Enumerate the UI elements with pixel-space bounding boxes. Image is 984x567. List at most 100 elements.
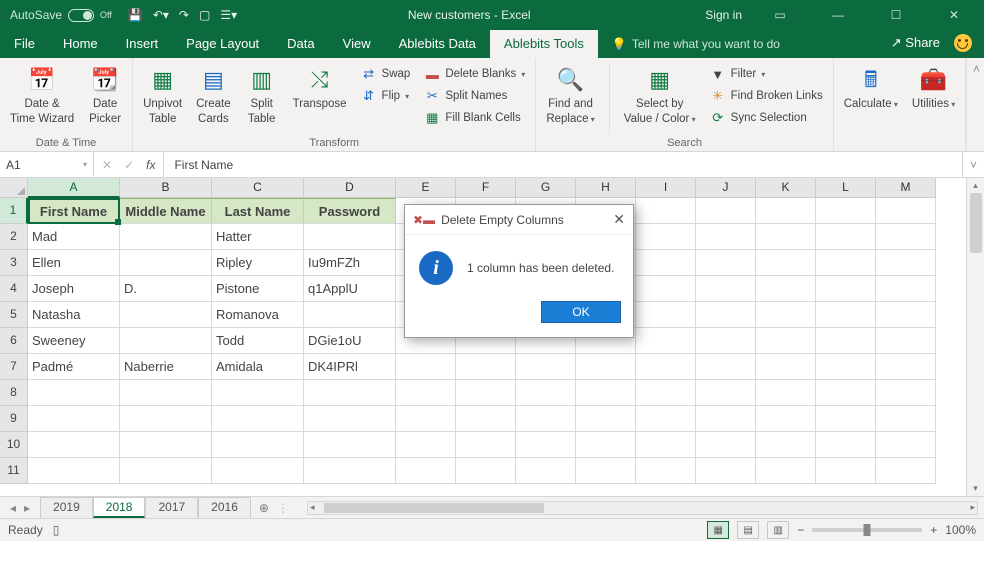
cell[interactable]	[756, 432, 816, 458]
cell[interactable]	[120, 328, 212, 354]
maximize-icon[interactable]: ☐	[876, 8, 916, 22]
cell[interactable]: DGie1oU	[304, 328, 396, 354]
cell[interactable]	[696, 406, 756, 432]
delete-blanks-button[interactable]: ▬Delete Blanks	[420, 64, 529, 84]
cell[interactable]	[304, 406, 396, 432]
view-normal-button[interactable]: ▦	[707, 521, 729, 539]
cell[interactable]	[516, 458, 576, 484]
cell[interactable]	[636, 276, 696, 302]
cell[interactable]	[816, 250, 876, 276]
column-header[interactable]: F	[456, 178, 516, 198]
sheet-tab[interactable]: 2016	[198, 497, 251, 518]
enter-formula-icon[interactable]: ✓	[124, 158, 134, 172]
cell[interactable]	[876, 224, 936, 250]
column-header[interactable]: G	[516, 178, 576, 198]
cell[interactable]	[816, 406, 876, 432]
cell[interactable]: Naberrie	[120, 354, 212, 380]
cell[interactable]	[636, 302, 696, 328]
cell[interactable]	[304, 224, 396, 250]
date-time-wizard-button[interactable]: 📅 Date & Time Wizard	[6, 62, 78, 128]
hscroll-thumb[interactable]	[324, 503, 544, 513]
cell[interactable]	[876, 406, 936, 432]
cell[interactable]	[756, 250, 816, 276]
cell[interactable]	[636, 380, 696, 406]
cell[interactable]	[120, 406, 212, 432]
cell[interactable]	[816, 276, 876, 302]
find-and-replace-button[interactable]: 🔍 Find and Replace	[542, 62, 598, 128]
swap-button[interactable]: ⇄Swap	[357, 64, 415, 84]
cell[interactable]	[636, 354, 696, 380]
tab-view[interactable]: View	[329, 30, 385, 58]
cell[interactable]	[120, 458, 212, 484]
select-by-value-color-button[interactable]: ▦ Select by Value / Color	[620, 62, 700, 128]
cell[interactable]	[636, 224, 696, 250]
tab-ablebits-tools[interactable]: Ablebits Tools	[490, 30, 598, 58]
name-box[interactable]: A1	[0, 152, 94, 177]
collapse-ribbon-icon[interactable]: ˄	[973, 62, 980, 76]
sheet-nav-prev-icon[interactable]: ◂	[10, 501, 16, 515]
column-header[interactable]: K	[756, 178, 816, 198]
sync-selection-button[interactable]: ⟳Sync Selection	[706, 108, 827, 128]
cell[interactable]: Padmé	[28, 354, 120, 380]
cell[interactable]	[516, 432, 576, 458]
cell[interactable]	[876, 276, 936, 302]
undo-icon[interactable]: ↶▾	[153, 8, 169, 22]
cell[interactable]	[816, 198, 876, 224]
tab-ablebits-data[interactable]: Ablebits Data	[385, 30, 490, 58]
column-header[interactable]: L	[816, 178, 876, 198]
cell[interactable]	[576, 380, 636, 406]
cell[interactable]: Amidala	[212, 354, 304, 380]
cell[interactable]	[816, 432, 876, 458]
formula-input[interactable]: First Name	[164, 152, 962, 177]
cell[interactable]	[756, 224, 816, 250]
macro-recorder-icon[interactable]: ▯	[53, 523, 60, 537]
cell[interactable]	[396, 458, 456, 484]
tab-file[interactable]: File	[0, 30, 49, 58]
cell[interactable]	[756, 406, 816, 432]
cell[interactable]	[696, 380, 756, 406]
row-header[interactable]: 2	[0, 224, 28, 250]
cell[interactable]	[876, 458, 936, 484]
sheet-tab[interactable]: 2017	[145, 497, 198, 518]
cell[interactable]	[696, 276, 756, 302]
split-table-button[interactable]: ▥ Split Table	[241, 62, 283, 128]
expand-formula-bar-icon[interactable]: ˅	[962, 152, 984, 177]
ribbon-display-icon[interactable]: ▭	[760, 8, 800, 22]
cell[interactable]	[120, 380, 212, 406]
new-file-icon[interactable]: ▢	[199, 8, 210, 22]
cell[interactable]	[120, 432, 212, 458]
tab-home[interactable]: Home	[49, 30, 112, 58]
split-names-button[interactable]: ✂Split Names	[420, 86, 529, 106]
share-button[interactable]: ↗ Share	[891, 35, 940, 51]
zoom-in-button[interactable]: +	[930, 523, 937, 537]
cell[interactable]	[456, 380, 516, 406]
redo-icon[interactable]: ↷	[179, 8, 189, 22]
cell[interactable]	[120, 224, 212, 250]
column-header[interactable]: H	[576, 178, 636, 198]
cell[interactable]: D.	[120, 276, 212, 302]
utilities-button[interactable]: 🧰 Utilities	[908, 62, 959, 128]
cell[interactable]	[396, 432, 456, 458]
dialog-ok-button[interactable]: OK	[541, 301, 621, 323]
cell[interactable]	[396, 380, 456, 406]
date-picker-button[interactable]: 📆 Date Picker	[84, 62, 126, 128]
minimize-icon[interactable]: —	[818, 8, 858, 22]
cell[interactable]	[876, 380, 936, 406]
row-header[interactable]: 5	[0, 302, 28, 328]
cell[interactable]: Sweeney	[28, 328, 120, 354]
cell[interactable]	[696, 302, 756, 328]
cell[interactable]	[636, 250, 696, 276]
cell[interactable]	[696, 250, 756, 276]
cell[interactable]	[876, 250, 936, 276]
cell[interactable]	[696, 198, 756, 224]
cell[interactable]: q1ApplU	[304, 276, 396, 302]
cell[interactable]: Hatter	[212, 224, 304, 250]
cell[interactable]	[28, 406, 120, 432]
fx-icon[interactable]: fx	[146, 158, 155, 172]
cell[interactable]	[212, 380, 304, 406]
cell[interactable]	[212, 458, 304, 484]
cell[interactable]	[876, 432, 936, 458]
row-header[interactable]: 4	[0, 276, 28, 302]
zoom-slider[interactable]	[812, 528, 922, 532]
cell[interactable]	[28, 432, 120, 458]
